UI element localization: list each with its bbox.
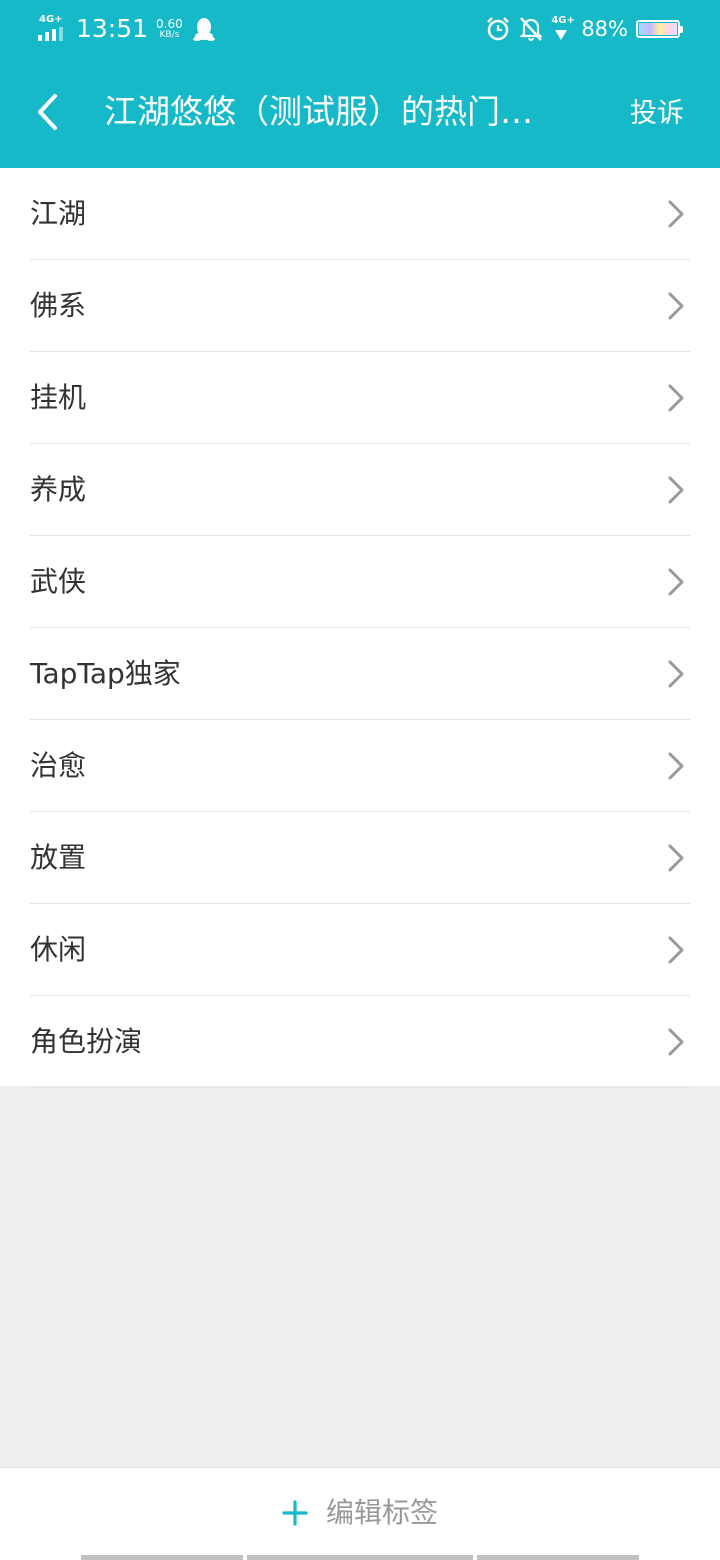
chevron-right-icon (668, 568, 684, 596)
tag-list-item[interactable]: 角色扮演 (30, 996, 690, 1088)
tag-label: 养成 (30, 472, 87, 506)
tag-list-item[interactable]: 挂机 (30, 352, 690, 444)
tag-label: 角色扮演 (30, 1024, 143, 1058)
plus-icon (282, 1500, 308, 1526)
tag-label: 挂机 (30, 380, 87, 414)
clock: 13:51 (76, 14, 149, 43)
chevron-right-icon (668, 752, 684, 780)
nav-bar: 江湖悠悠（测试服）的热门… 投诉 (0, 62, 720, 162)
tag-list-item[interactable]: 佛系 (30, 260, 690, 352)
nav-indicator-right (477, 1555, 639, 1560)
chevron-right-icon (668, 292, 684, 320)
chevron-left-icon (38, 94, 57, 130)
tag-list-item[interactable]: 放置 (30, 812, 690, 904)
status-left: 4G+ 13:51 0.60 KB/s (38, 12, 215, 46)
tag-label: TapTap独家 (30, 656, 181, 690)
tag-label: 休闲 (30, 932, 87, 966)
chevron-right-icon (668, 200, 684, 228)
network-right-icon: 4G+ (551, 15, 575, 42)
app-header: 4G+ 13:51 0.60 KB/s 4G+ 88% 江湖悠悠（测试服）的热门… (0, 0, 720, 168)
tag-list-item[interactable]: 武侠 (30, 536, 690, 628)
nav-indicator-center (247, 1555, 473, 1560)
report-button[interactable]: 投诉 (630, 92, 684, 136)
back-button[interactable] (22, 84, 72, 140)
edit-tags-button[interactable]: 编辑标签 (0, 1468, 720, 1558)
nav-indicator-left (81, 1555, 243, 1560)
screen: 4G+ 13:51 0.60 KB/s 4G+ 88% 江湖悠悠（测试服）的热门… (0, 0, 720, 1560)
tag-label: 佛系 (30, 288, 87, 322)
chevron-right-icon (668, 660, 684, 688)
network-type-right: 4G+ (551, 15, 575, 26)
status-right: 4G+ 88% (485, 12, 683, 46)
chevron-right-icon (668, 936, 684, 964)
chevron-right-icon (668, 384, 684, 412)
signal-icon: 4G+ (38, 15, 70, 43)
tag-list: 江湖佛系挂机养成武侠 TapTap独家 治愈放置休闲角色扮演 (0, 168, 720, 1088)
chevron-right-icon (668, 476, 684, 504)
bottom-bar: 编辑标签 (0, 1467, 720, 1560)
tag-list-item[interactable]: TapTap独家 (30, 628, 690, 720)
qq-icon (192, 18, 215, 41)
tag-label: 江湖 (30, 196, 87, 230)
bell-off-icon (519, 17, 543, 41)
status-bar: 4G+ 13:51 0.60 KB/s 4G+ 88% (0, 0, 720, 58)
chevron-right-icon (668, 844, 684, 872)
battery-icon (636, 20, 683, 38)
tag-list-item[interactable]: 休闲 (30, 904, 690, 996)
tag-label: 武侠 (30, 564, 87, 598)
network-speed: 0.60 KB/s (156, 18, 183, 40)
tag-list-item[interactable]: 养成 (30, 444, 690, 536)
tag-label: 放置 (30, 840, 87, 874)
edit-tags-label: 编辑标签 (325, 1496, 438, 1529)
tag-list-item[interactable]: 治愈 (30, 720, 690, 812)
tag-list-item[interactable]: 江湖 (30, 168, 690, 260)
speed-unit: KB/s (159, 30, 180, 40)
speed-value: 0.60 (156, 17, 183, 31)
network-type: 4G+ (39, 14, 63, 25)
chevron-right-icon (668, 1028, 684, 1056)
page-title: 江湖悠悠（测试服）的热门… (104, 92, 533, 131)
battery-percent: 88% (581, 17, 628, 41)
tag-label: 治愈 (30, 748, 87, 782)
alarm-icon (487, 17, 510, 41)
